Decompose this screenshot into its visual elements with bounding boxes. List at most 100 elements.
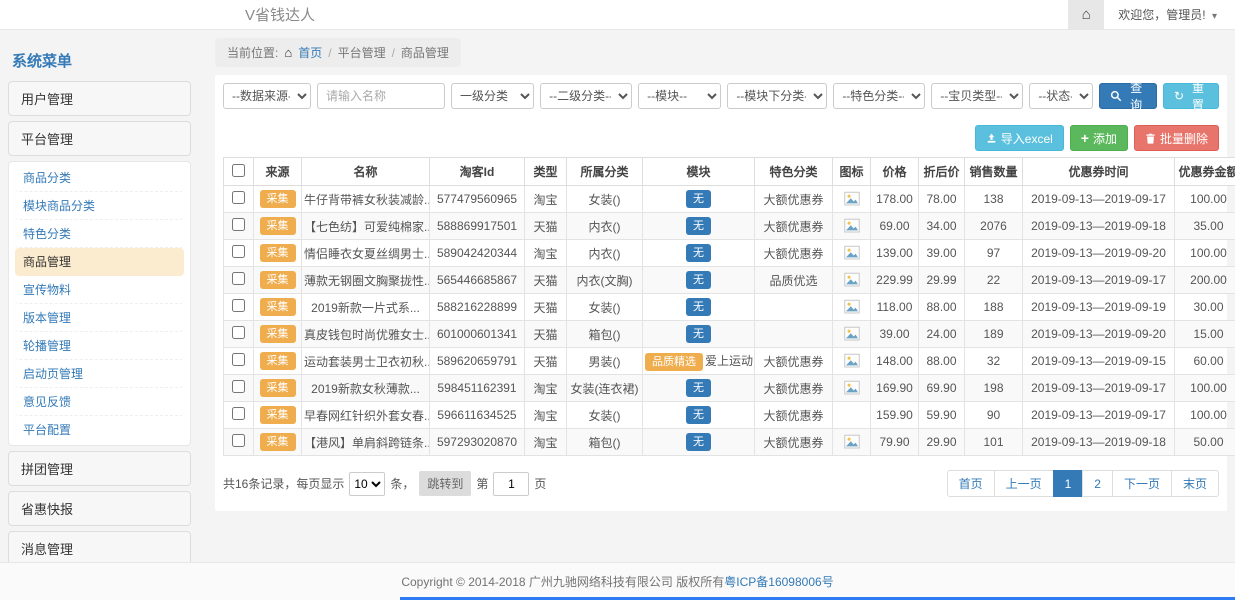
item-type-select[interactable]: --宝贝类型--	[931, 83, 1023, 109]
column-header-icon: 图标	[833, 158, 871, 186]
page-button-上一页[interactable]: 上一页	[994, 470, 1054, 497]
home-icon[interactable]: ⌂	[1068, 0, 1104, 29]
feature-category-select[interactable]: --特色分类--	[833, 83, 925, 109]
sidebar-item-商品分类[interactable]: 商品分类	[15, 164, 184, 192]
breadcrumb-separator: /	[328, 46, 331, 60]
row-checkbox[interactable]	[232, 353, 245, 366]
page-button-下一页[interactable]: 下一页	[1112, 470, 1172, 497]
cell-taoke-id: 597293020870	[430, 429, 525, 456]
cell-sales: 101	[965, 429, 1023, 456]
sidebar-group-消息管理[interactable]: 消息管理	[8, 531, 191, 566]
cell-coupon-amount: 15.00	[1175, 321, 1235, 348]
page-button-1[interactable]: 1	[1053, 470, 1084, 497]
cell-checkbox	[224, 375, 254, 402]
cell-sales: 2076	[965, 213, 1023, 240]
source-badge: 采集	[260, 298, 296, 316]
sidebar-item-宣传物料[interactable]: 宣传物料	[15, 276, 184, 304]
module-badge: 无	[686, 271, 711, 289]
level2-category-select[interactable]: --二级分类--	[540, 83, 632, 109]
sidebar-item-轮播管理[interactable]: 轮播管理	[15, 332, 184, 360]
row-checkbox[interactable]	[232, 434, 245, 447]
per-page-select[interactable]: 10	[349, 472, 385, 496]
module-badge: 无	[686, 379, 711, 397]
cell-name: 【七色纺】可爱纯棉家...	[302, 213, 430, 240]
icp-link[interactable]: 粤ICP备16098006号	[724, 575, 833, 589]
status-select[interactable]: --状态--	[1029, 83, 1093, 109]
breadcrumb-prefix: 当前位置:	[227, 44, 278, 61]
search-button[interactable]: 查询	[1099, 83, 1157, 109]
row-checkbox[interactable]	[232, 299, 245, 312]
sidebar-group-用户管理[interactable]: 用户管理	[8, 81, 191, 116]
sidebar-item-模块商品分类[interactable]: 模块商品分类	[15, 192, 184, 220]
source-badge: 采集	[260, 433, 296, 451]
cell-checkbox	[224, 402, 254, 429]
jump-button[interactable]: 跳转到	[419, 471, 471, 496]
row-checkbox[interactable]	[232, 380, 245, 393]
sidebar-item-平台配置[interactable]: 平台配置	[15, 416, 184, 443]
name-input[interactable]	[317, 83, 445, 109]
cell-price: 178.00	[871, 186, 919, 213]
cell-price: 229.99	[871, 267, 919, 294]
sidebar-item-商品管理[interactable]: 商品管理	[15, 248, 184, 276]
cell-coupon-amount: 30.00	[1175, 294, 1235, 321]
sidebar-item-启动页管理[interactable]: 启动页管理	[15, 360, 184, 388]
row-checkbox[interactable]	[232, 407, 245, 420]
sidebar-group-省惠快报[interactable]: 省惠快报	[8, 491, 191, 526]
top-right-area: ⌂ 欢迎您，管理员! ▾	[1068, 0, 1235, 29]
source-badge: 采集	[260, 190, 296, 208]
column-header-module: 模块	[643, 158, 755, 186]
column-header-category: 所属分类	[567, 158, 643, 186]
cell-category: 男装()	[567, 348, 643, 375]
page-button-2[interactable]: 2	[1082, 470, 1113, 497]
cell-name: 【港风】单肩斜跨链条...	[302, 429, 430, 456]
table-row: 采集2019新款一片式系...588216228899天猫女装()无118.00…	[224, 294, 1235, 321]
cell-price: 169.90	[871, 375, 919, 402]
jump-page-input[interactable]	[493, 472, 529, 496]
cell-module: 无	[643, 267, 755, 294]
import-excel-button[interactable]: 导入excel	[975, 125, 1064, 151]
column-header-price: 价格	[871, 158, 919, 186]
page-button-末页[interactable]: 末页	[1171, 470, 1219, 497]
table-header-row: 来源名称淘客Id类型所属分类模块特色分类图标价格折后价销售数量优惠券时间优惠券金…	[224, 158, 1235, 186]
breadcrumb-item-商品管理: 商品管理	[401, 44, 449, 61]
row-checkbox[interactable]	[232, 191, 245, 204]
cell-category: 女装()	[567, 186, 643, 213]
cell-name: 牛仔背带裤女秋装减龄...	[302, 186, 430, 213]
row-checkbox[interactable]	[232, 326, 245, 339]
add-button[interactable]: + 添加	[1070, 125, 1128, 151]
batch-delete-button[interactable]: 批量删除	[1134, 125, 1219, 151]
sidebar-group-拼团管理[interactable]: 拼团管理	[8, 451, 191, 486]
row-checkbox[interactable]	[232, 272, 245, 285]
row-checkbox[interactable]	[232, 218, 245, 231]
welcome-text: 欢迎您，管理员!	[1118, 8, 1205, 22]
main-content: 当前位置: ⌂首页/平台管理/商品管理 --数据来源--一级分类--二级分类--…	[215, 38, 1227, 511]
image-placeholder-icon	[843, 380, 861, 396]
sidebar-item-特色分类[interactable]: 特色分类	[15, 220, 184, 248]
cell-icon	[833, 375, 871, 402]
cell-sales: 22	[965, 267, 1023, 294]
sidebar-group-平台管理[interactable]: 平台管理	[8, 121, 191, 156]
cell-type: 天猫	[525, 294, 567, 321]
data-source-select[interactable]: --数据来源--	[223, 83, 311, 109]
select-all-checkbox[interactable]	[232, 164, 245, 177]
reset-button[interactable]: ↻重置	[1163, 83, 1219, 109]
sidebar-item-版本管理[interactable]: 版本管理	[15, 304, 184, 332]
user-menu[interactable]: 欢迎您，管理员! ▾	[1118, 6, 1217, 23]
table-row: 采集【港风】单肩斜跨链条...597293020870淘宝箱包()无大额优惠券7…	[224, 429, 1235, 456]
breadcrumb-link-首页[interactable]: 首页	[298, 44, 322, 61]
module-subcategory-select[interactable]: --模块下分类--	[727, 83, 827, 109]
caret-down-icon: ▾	[1212, 11, 1217, 22]
cell-feature	[755, 321, 833, 348]
content-card: --数据来源-- 一级分类--二级分类----模块----模块下分类----特色分…	[215, 75, 1227, 511]
module-badge: 品质精选	[645, 353, 703, 371]
sidebar-item-意见反馈[interactable]: 意见反馈	[15, 388, 184, 416]
cell-coupon-time: 2019-09-13—2019-09-17	[1023, 267, 1175, 294]
cell-feature: 品质优选	[755, 267, 833, 294]
row-checkbox[interactable]	[232, 245, 245, 258]
level1-category-select[interactable]: 一级分类	[451, 83, 534, 109]
cell-checkbox	[224, 429, 254, 456]
module-select[interactable]: --模块--	[638, 83, 721, 109]
cell-source: 采集	[254, 186, 302, 213]
page-button-首页[interactable]: 首页	[947, 470, 995, 497]
cell-taoke-id: 589042420344	[430, 240, 525, 267]
